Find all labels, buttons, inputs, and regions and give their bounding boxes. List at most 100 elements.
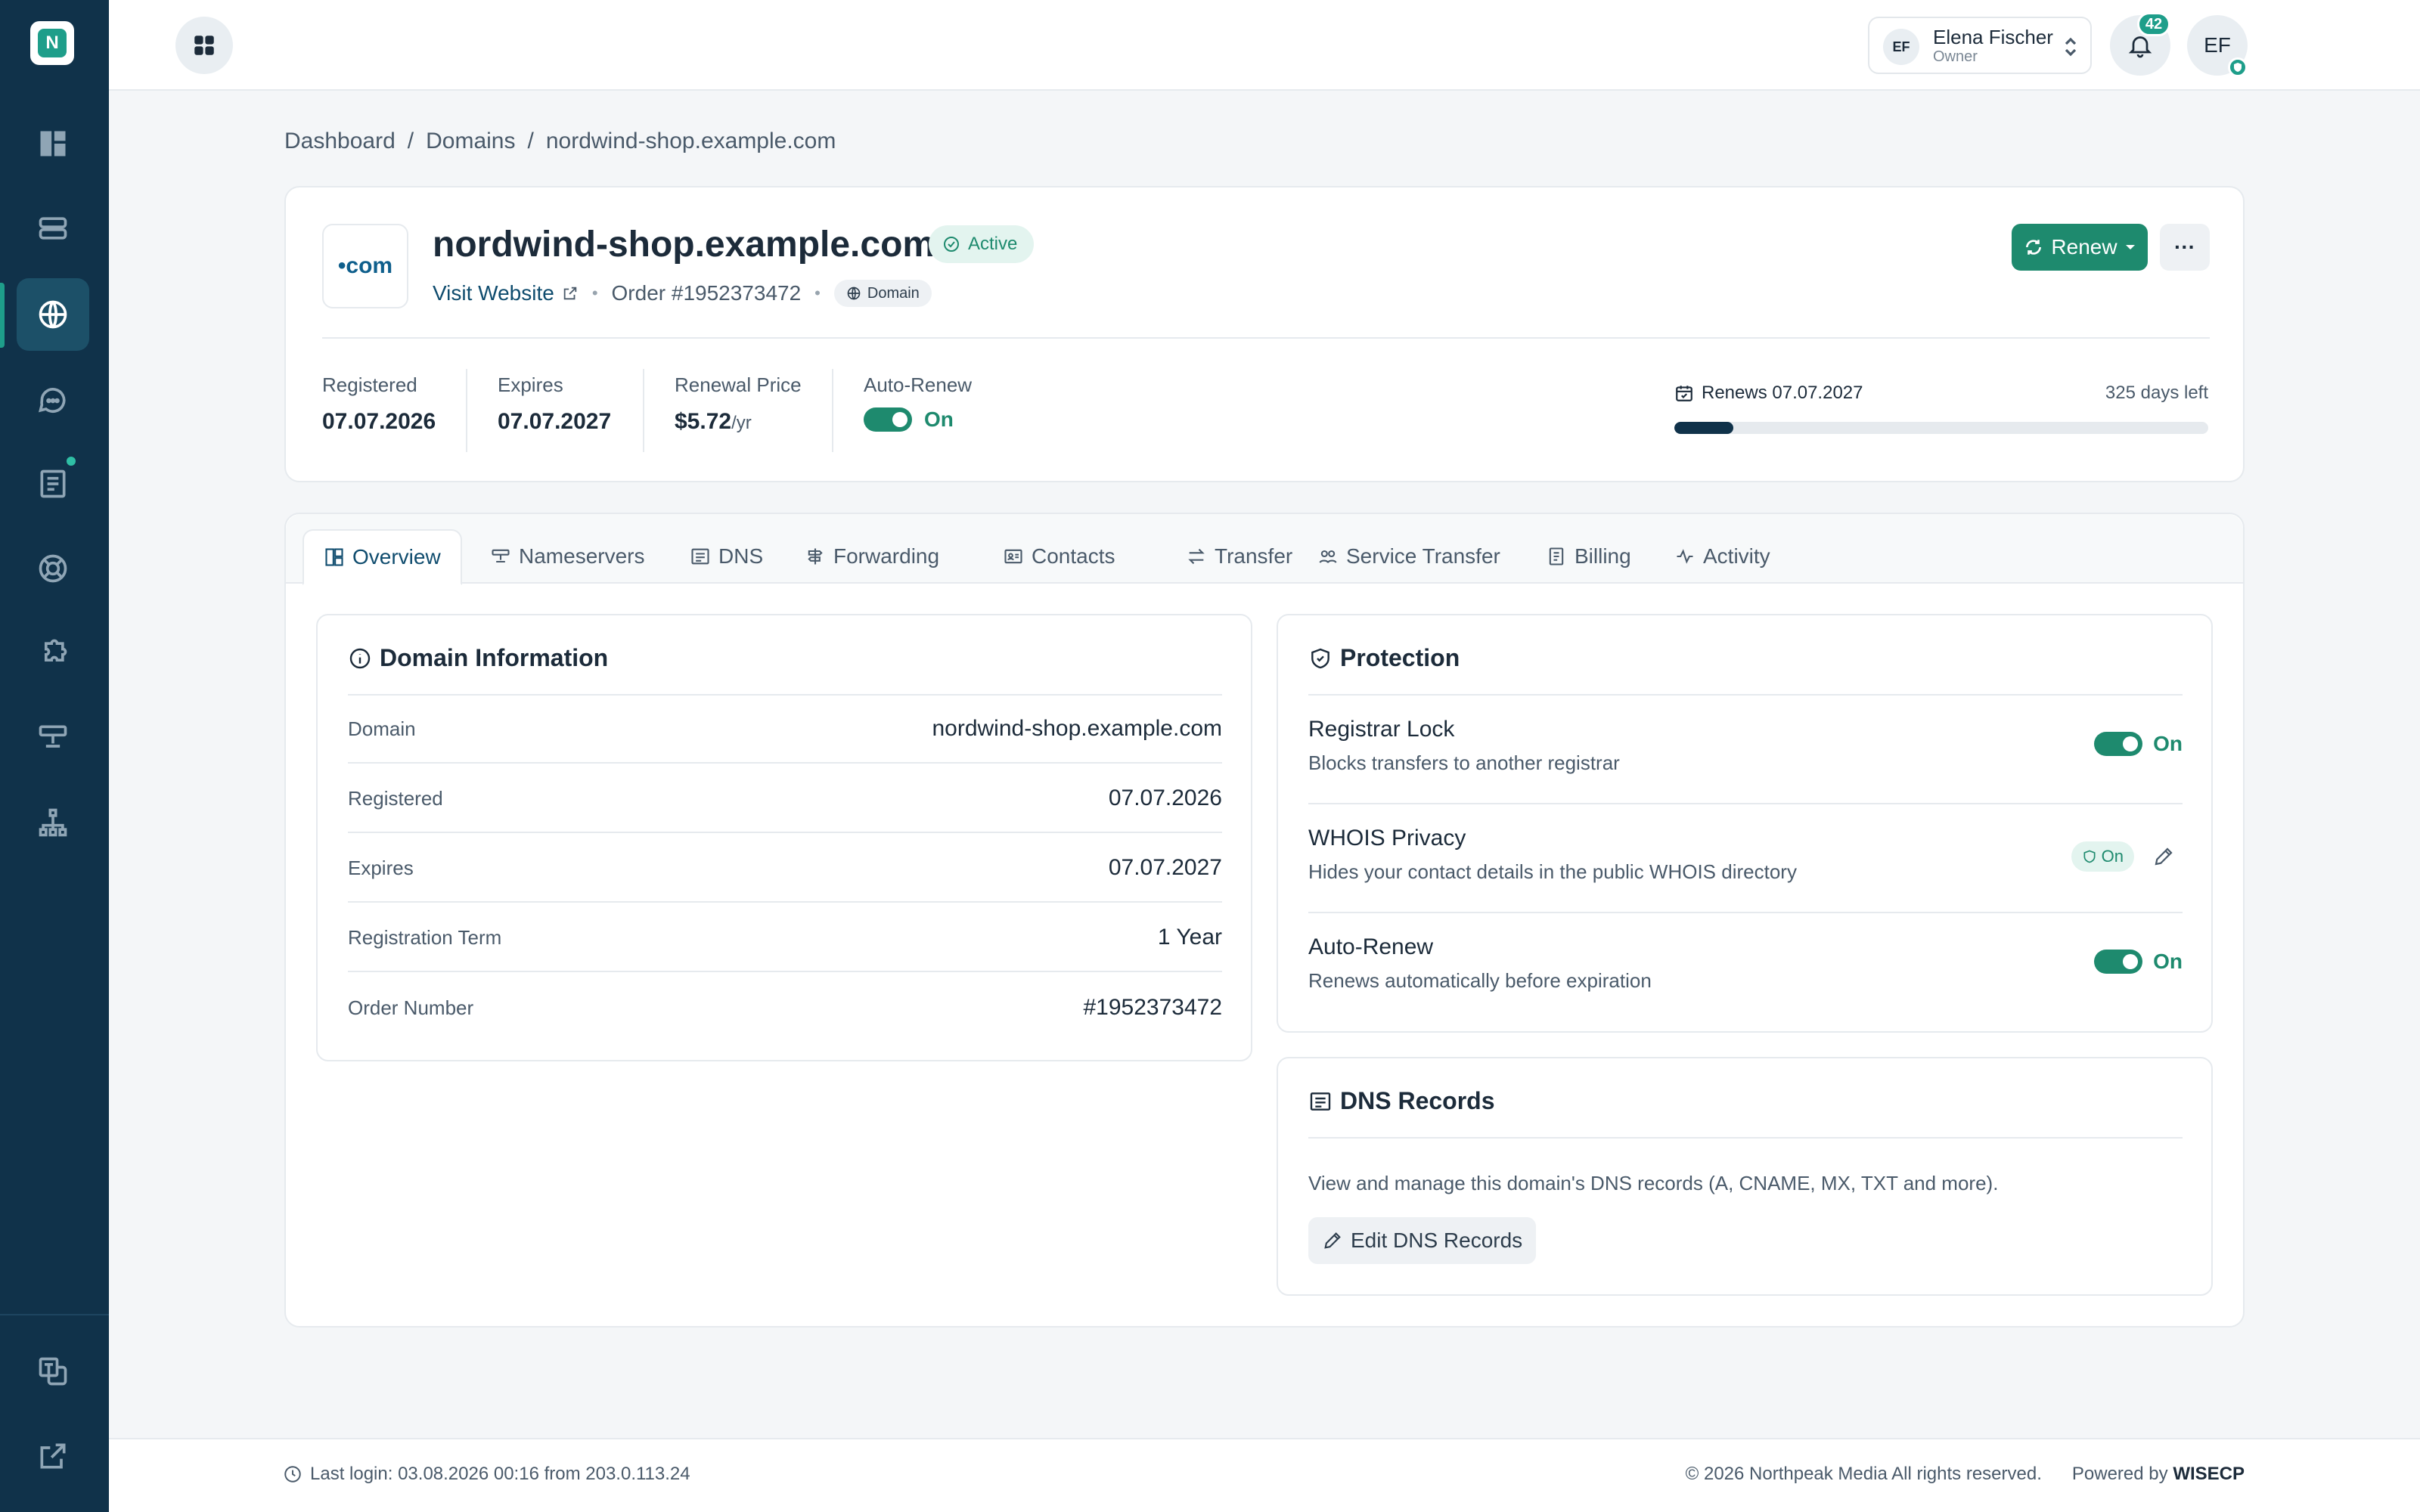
stat-label: Registered bbox=[322, 373, 417, 396]
breadcrumb: Dashboard / Domains / nordwind-shop.exam… bbox=[284, 129, 836, 154]
panel-title: Domain Information bbox=[348, 644, 608, 672]
tab-transfer[interactable]: Transfer bbox=[1166, 529, 1312, 584]
protection-panel: Protection Registrar Lock Blocks transfe… bbox=[1277, 614, 2213, 1033]
apps-menu-button[interactable] bbox=[175, 17, 233, 74]
more-actions-button[interactable]: ··· bbox=[2160, 224, 2210, 271]
info-icon bbox=[349, 648, 371, 668]
sidebar-item-support[interactable] bbox=[17, 364, 89, 437]
sidebar-item-help[interactable] bbox=[17, 532, 89, 605]
user-name: Elena Fischer bbox=[1933, 26, 2053, 48]
external-link-icon bbox=[40, 1443, 66, 1469]
info-key: Order Number bbox=[348, 996, 474, 1019]
user-switcher[interactable]: EF Elena Fischer Owner bbox=[1868, 17, 2092, 74]
sidebar-item-external[interactable] bbox=[17, 1420, 89, 1492]
info-row-domain: Domain nordwind-shop.example.com bbox=[348, 696, 1222, 764]
dns-records-panel: DNS Records View and manage this domain'… bbox=[1277, 1057, 2213, 1296]
protection-desc: Blocks transfers to another registrar bbox=[1308, 751, 1620, 774]
info-row-registered: Registered 07.07.2026 bbox=[348, 765, 1222, 833]
sidebar: N bbox=[0, 0, 109, 1512]
tab-label: Activity bbox=[1703, 544, 1770, 568]
chevron-updown-icon bbox=[2065, 37, 2077, 57]
transfer-icon bbox=[1188, 548, 1205, 565]
protection-row-auto-renew: Auto-Renew Renews automatically before e… bbox=[1308, 913, 2183, 1022]
sidebar-item-services[interactable] bbox=[17, 192, 89, 265]
tabs-bar: Overview Nameservers DNS Forwarding Cont… bbox=[286, 514, 2243, 585]
tab-activity[interactable]: Activity bbox=[1655, 529, 1790, 584]
protection-desc: Hides your contact details in the public… bbox=[1308, 860, 1797, 883]
auto-renew-protection-toggle[interactable] bbox=[2094, 950, 2143, 974]
edit-whois-button[interactable] bbox=[2145, 838, 2183, 875]
caret-down-icon bbox=[2125, 245, 2135, 249]
chat-icon bbox=[38, 388, 66, 414]
breadcrumb-dashboard[interactable]: Dashboard bbox=[284, 129, 396, 154]
tab-dns[interactable]: DNS bbox=[670, 529, 783, 584]
notification-dot bbox=[67, 457, 76, 466]
edit-dns-label: Edit DNS Records bbox=[1351, 1228, 1523, 1252]
tab-billing[interactable]: Billing bbox=[1526, 529, 1651, 584]
protection-title: Registrar Lock bbox=[1308, 717, 1455, 742]
tab-service-transfer[interactable]: Service Transfer bbox=[1298, 529, 1520, 584]
breadcrumb-domains[interactable]: Domains bbox=[426, 129, 515, 154]
overview-icon bbox=[325, 548, 343, 566]
stat-label: Expires bbox=[498, 373, 563, 396]
sidebar-item-sitemap[interactable] bbox=[17, 786, 89, 859]
external-link-icon bbox=[563, 287, 577, 300]
domain-header-card: •com nordwind-shop.example.com Active Vi… bbox=[284, 186, 2245, 482]
auto-renew-toggle[interactable] bbox=[864, 407, 912, 432]
tab-overview[interactable]: Overview bbox=[302, 529, 462, 585]
renew-button[interactable]: Renew bbox=[2012, 224, 2148, 271]
sidebar-item-network[interactable] bbox=[17, 702, 89, 774]
verified-shield-icon bbox=[2228, 57, 2248, 77]
stat-label: Auto-Renew bbox=[864, 373, 973, 396]
dns-icon bbox=[691, 548, 709, 565]
info-key: Registered bbox=[348, 786, 443, 810]
auto-renew-toggle-row: On bbox=[864, 407, 972, 432]
user-role: Owner bbox=[1933, 48, 1978, 65]
tab-nameservers[interactable]: Nameservers bbox=[470, 529, 664, 584]
renewal-progress-fill bbox=[1674, 422, 1733, 434]
tab-label: Nameservers bbox=[519, 544, 645, 568]
service-transfer-icon bbox=[1319, 550, 1337, 563]
tab-label: Billing bbox=[1575, 544, 1631, 568]
info-key: Domain bbox=[348, 717, 416, 740]
notifications-count-badge: 42 bbox=[2137, 12, 2170, 36]
renewal-date: Renews 07.07.2027 bbox=[1674, 383, 1863, 404]
sidebar-item-domains[interactable] bbox=[17, 278, 89, 351]
globe-icon bbox=[847, 287, 861, 300]
dot-separator: • bbox=[814, 284, 821, 302]
dashboard-icon bbox=[40, 131, 66, 156]
registrar-lock-toggle[interactable] bbox=[2094, 732, 2143, 756]
visit-website-link[interactable]: Visit Website bbox=[433, 281, 579, 305]
tab-contacts[interactable]: Contacts bbox=[983, 529, 1135, 584]
info-row-order: Order Number #1952373472 bbox=[348, 974, 1222, 1042]
sidebar-item-addons[interactable] bbox=[17, 617, 89, 689]
info-value: #1952373472 bbox=[1083, 995, 1222, 1020]
breadcrumb-separator: / bbox=[527, 129, 534, 153]
toggle-control: On bbox=[2094, 732, 2183, 756]
powered-brand[interactable]: WISECP bbox=[2173, 1464, 2245, 1484]
protection-title: Auto-Renew bbox=[1308, 934, 1434, 959]
sidebar-item-dashboard[interactable] bbox=[17, 107, 89, 180]
tab-label: Forwarding bbox=[833, 544, 940, 568]
stat-renewal-price: Renewal Price $5.72/yr bbox=[675, 373, 802, 435]
whois-status-pill: On bbox=[2071, 841, 2134, 872]
stat-auto-renew: Auto-Renew On bbox=[864, 373, 972, 432]
sidebar-item-language[interactable] bbox=[17, 1335, 89, 1408]
tab-forwarding[interactable]: Forwarding bbox=[785, 529, 959, 584]
domain-subline: Visit Website • Order #1952373472 • Doma… bbox=[433, 280, 932, 307]
nameservers-icon bbox=[492, 549, 510, 563]
app-logo[interactable]: N bbox=[30, 21, 74, 65]
panel-title: Protection bbox=[1308, 644, 1460, 672]
sidebar-item-invoices[interactable] bbox=[17, 448, 89, 520]
translate-icon bbox=[39, 1357, 67, 1386]
calendar-icon bbox=[1676, 386, 1692, 401]
visit-website-label: Visit Website bbox=[433, 281, 554, 305]
tab-label: Transfer bbox=[1215, 544, 1293, 568]
grid-icon bbox=[194, 36, 214, 55]
sitemap-icon bbox=[39, 808, 67, 837]
order-number: Order #1952373472 bbox=[611, 281, 802, 305]
toggle-state: On bbox=[2153, 950, 2183, 973]
puzzle-icon bbox=[45, 639, 67, 662]
edit-dns-records-button[interactable]: Edit DNS Records bbox=[1308, 1217, 1537, 1264]
refresh-icon bbox=[2026, 240, 2042, 255]
